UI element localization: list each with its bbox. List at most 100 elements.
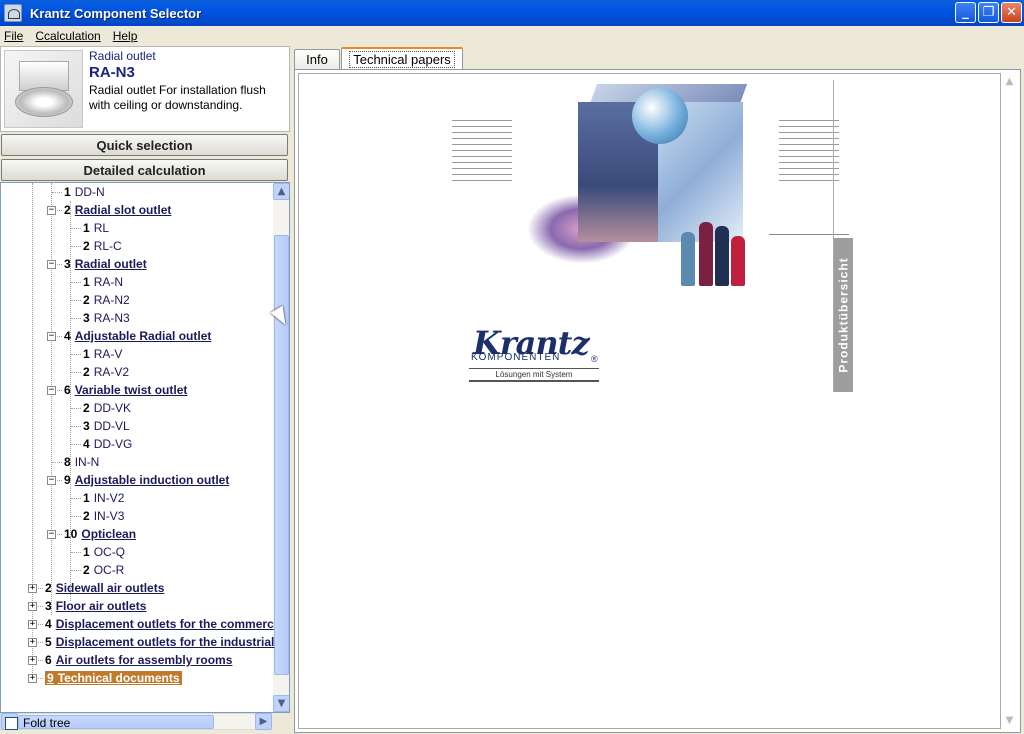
tree-item[interactable]: 1 RA-N	[83, 273, 123, 291]
tree-item-label[interactable]: Displacement outlets for the industrial	[56, 635, 275, 649]
expand-icon[interactable]: +	[28, 656, 37, 665]
tree-item[interactable]: 1 DD-N	[64, 183, 105, 201]
expand-icon[interactable]: +	[28, 638, 37, 647]
expand-icon[interactable]: +	[28, 584, 37, 593]
tree-item-label[interactable]: Sidewall air outlets	[56, 581, 165, 595]
tree-item-number: 1	[83, 491, 90, 505]
tree-item[interactable]: 1 IN-V2	[83, 489, 124, 507]
tree-item-label[interactable]: RA-N	[94, 275, 123, 289]
tree-item[interactable]: 2 DD-VK	[83, 399, 131, 417]
collapse-icon[interactable]: −	[47, 530, 56, 539]
product-tree[interactable]: ▲ ▼ 1 DD-N 2 Radial slot outlet −1 RL 2 RL-C 3 Ra…	[0, 182, 290, 713]
tree-item[interactable]: 3 RA-N3	[83, 309, 130, 327]
tree-item-label[interactable]: IN-V3	[94, 509, 125, 523]
doc-scroll-up-icon[interactable]: ▲	[1001, 73, 1018, 90]
menu-help[interactable]: Help	[113, 29, 138, 43]
collapse-icon[interactable]: −	[47, 476, 56, 485]
scroll-down-icon[interactable]: ▼	[273, 695, 289, 712]
tree-item-number: 2	[83, 509, 90, 523]
tree-item-number: 1	[83, 545, 90, 559]
tree-item-label[interactable]: RA-V2	[94, 365, 129, 379]
tree-item[interactable]: 4 DD-VG	[83, 435, 132, 453]
tree-item-label[interactable]: DD-VL	[94, 419, 130, 433]
collapse-icon[interactable]: −	[47, 332, 56, 341]
tree-item-number: 10	[64, 527, 78, 541]
tree-item-label[interactable]: RA-V	[94, 347, 123, 361]
tree-item-selected[interactable]: 9 Technical documents	[45, 671, 182, 685]
tree-item-label[interactable]: Variable twist outlet	[75, 383, 188, 397]
tree-item[interactable]: 2 RA-N2	[83, 291, 130, 309]
tab-technical-papers[interactable]: Technical papers	[341, 47, 463, 70]
tree-item-label[interactable]: Adjustable Radial outlet	[75, 329, 212, 343]
tree-item-label[interactable]: Air outlets for assembly rooms	[56, 653, 233, 667]
scroll-up-icon[interactable]: ▲	[273, 183, 289, 200]
tree-item-label[interactable]: IN-N	[75, 455, 100, 469]
quick-selection-button[interactable]: Quick selection	[1, 134, 288, 156]
tree-item[interactable]: 1 RA-V	[83, 345, 122, 363]
tree-item-label[interactable]: Floor air outlets	[56, 599, 147, 613]
tree-item-label[interactable]: DD-VK	[94, 401, 131, 415]
menu-file[interactable]: File	[4, 29, 23, 43]
restore-button[interactable]: ❐	[978, 2, 999, 23]
tree-item[interactable]: 2 Sidewall air outlets	[45, 579, 164, 597]
tree-item[interactable]: 3 DD-VL	[83, 417, 130, 435]
tree-item[interactable]: 2 RA-V2	[83, 363, 129, 381]
tree-item-label[interactable]: Opticlean	[81, 527, 136, 541]
tree-item-label[interactable]: RA-N2	[94, 293, 130, 307]
menu-calculation[interactable]: Ccalculation	[35, 29, 100, 43]
tree-item-label[interactable]: DD-N	[75, 185, 105, 199]
tree-item[interactable]: 10 Opticlean	[64, 525, 136, 543]
product-header: Radial outlet RA-N3 Radial outlet For in…	[0, 46, 290, 132]
tree-item[interactable]: 2 IN-V3	[83, 507, 124, 525]
collapse-icon[interactable]: −	[47, 206, 56, 215]
tree-item[interactable]: 6 Variable twist outlet	[64, 381, 187, 399]
tab-info[interactable]: Info	[294, 49, 340, 69]
tree-item-label[interactable]: RL	[94, 221, 109, 235]
tree-item-label[interactable]: IN-V2	[94, 491, 125, 505]
doc-scroll-down-icon[interactable]: ▼	[1001, 712, 1018, 729]
tree-item-number: 2	[83, 365, 90, 379]
expand-icon[interactable]: +	[28, 674, 37, 683]
tree-item-label[interactable]: RA-N3	[94, 311, 130, 325]
tree-item-label[interactable]: Displacement outlets for the commerc	[56, 617, 274, 631]
tree-item[interactable]: 6 Air outlets for assembly rooms	[45, 651, 232, 669]
tree-item-label[interactable]: OC-R	[94, 563, 125, 577]
tree-item[interactable]: 8 IN-N	[64, 453, 99, 471]
close-button[interactable]: ✕	[1001, 2, 1022, 23]
scroll-thumb[interactable]	[274, 235, 289, 675]
tree-item-label[interactable]: DD-VG	[94, 437, 133, 451]
tree-item[interactable]: 5 Displacement outlets for the industrial	[45, 633, 274, 651]
tree-item[interactable]: 2 RL-C	[83, 237, 122, 255]
collapse-icon[interactable]: −	[47, 386, 56, 395]
tree-connector	[71, 354, 81, 355]
tree-item[interactable]: 4 Adjustable Radial outlet	[64, 327, 211, 345]
tree-item[interactable]: 4 Displacement outlets for the commerc	[45, 615, 274, 633]
collapse-icon[interactable]: −	[47, 260, 56, 269]
app-icon[interactable]	[4, 4, 22, 22]
tree-item-label[interactable]: Technical documents	[58, 671, 180, 685]
minimize-button[interactable]: _	[955, 2, 976, 23]
tree-item[interactable]: 2 OC-R	[83, 561, 124, 579]
tree-item[interactable]: 3 Radial outlet	[64, 255, 147, 273]
tree-item[interactable]: 3 Floor air outlets	[45, 597, 146, 615]
detailed-calculation-button[interactable]: Detailed calculation	[1, 159, 288, 181]
fold-tree-checkbox[interactable]	[5, 716, 18, 730]
expand-icon[interactable]: +	[28, 602, 37, 611]
document-scrollbar[interactable]: ▲ ▼	[1001, 73, 1018, 729]
tree-item[interactable]: 1 OC-Q	[83, 543, 125, 561]
tree-vertical-scrollbar[interactable]: ▲ ▼	[273, 183, 289, 712]
menu-bar: File Ccalculation Help	[0, 26, 1024, 45]
fold-tree-option[interactable]: Fold tree	[5, 716, 70, 730]
tree-item-number: 1	[83, 347, 90, 361]
scroll-right-icon[interactable]: ▶	[255, 713, 272, 730]
tree-item[interactable]: 1 RL	[83, 219, 109, 237]
tree-item-label[interactable]: OC-Q	[94, 545, 125, 559]
tree-item-label[interactable]: Radial outlet	[75, 257, 147, 271]
tree-item-label[interactable]: RL-C	[94, 239, 122, 253]
tree-item[interactable]: 2 Radial slot outlet	[64, 201, 171, 219]
tree-item-label[interactable]: Adjustable induction outlet	[75, 473, 230, 487]
tree-item-label[interactable]: Radial slot outlet	[75, 203, 172, 217]
tree-item[interactable]: 9 Adjustable induction outlet	[64, 471, 229, 489]
tree-item[interactable]: 9 Technical documents	[45, 669, 182, 687]
expand-icon[interactable]: +	[28, 620, 37, 629]
